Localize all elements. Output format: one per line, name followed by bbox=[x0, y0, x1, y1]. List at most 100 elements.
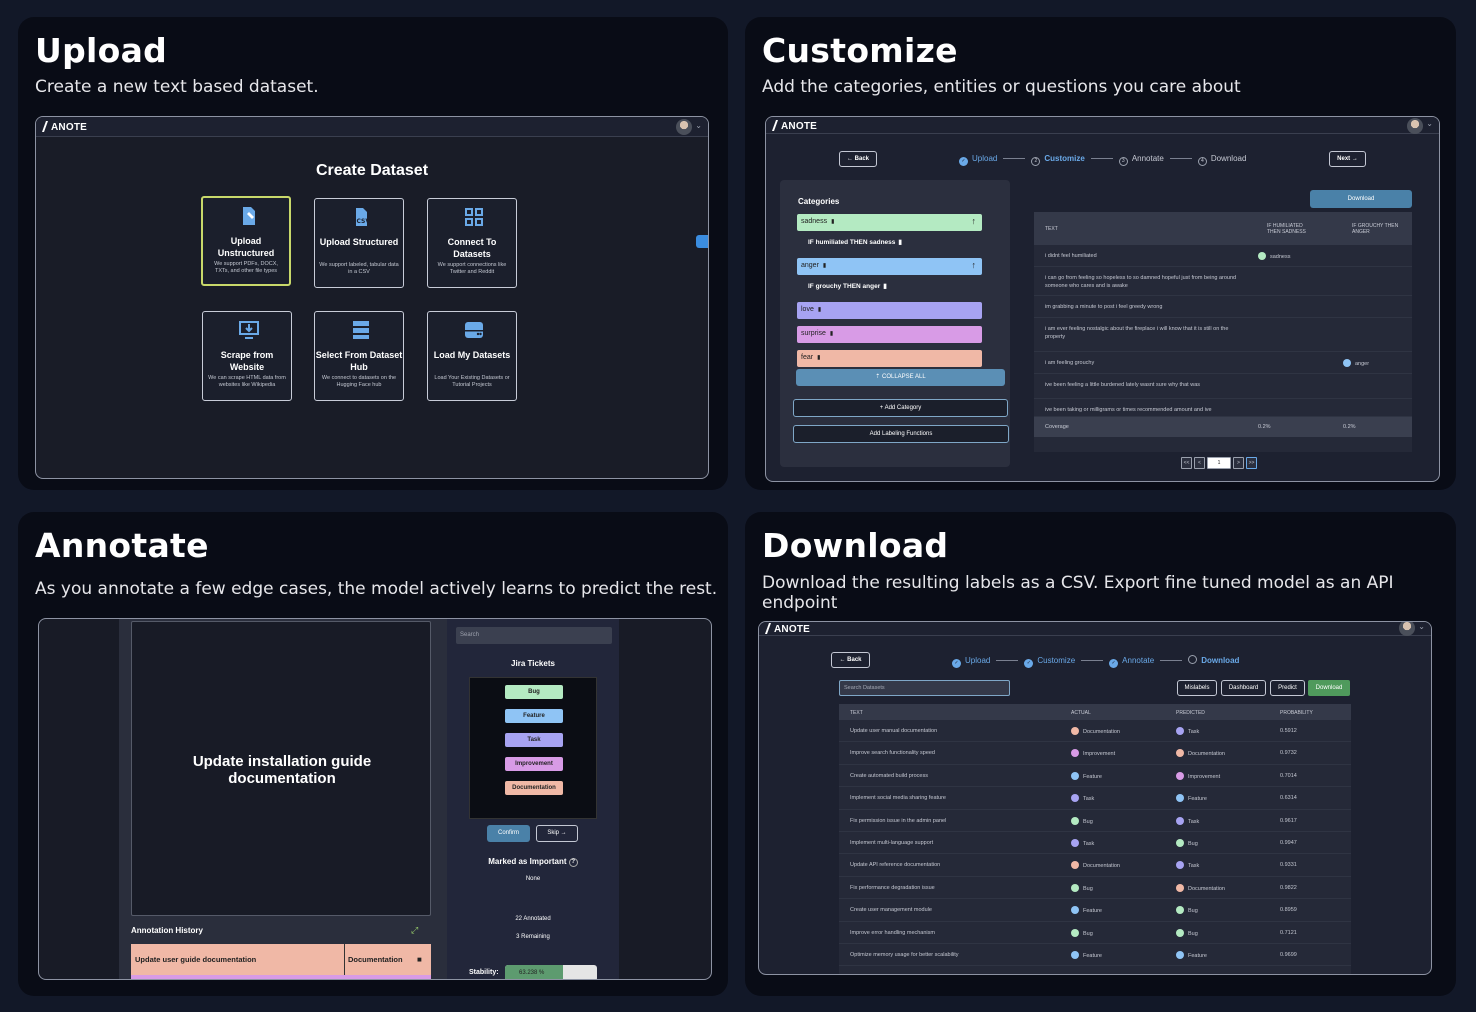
table-row[interactable]: i didnt feel humiliated sadness bbox=[1034, 245, 1412, 267]
app-logo[interactable]: ANOTE bbox=[764, 623, 810, 635]
step-label[interactable]: Upload bbox=[965, 656, 990, 665]
chevron-down-icon[interactable]: ⌄ bbox=[1418, 622, 1425, 631]
predictions-table: TEXT ACTUAL PREDICTED PROBABILITY Update… bbox=[839, 704, 1351, 974]
avatar[interactable] bbox=[1399, 622, 1415, 636]
step-label[interactable]: Annotate bbox=[1122, 656, 1154, 665]
table-row[interactable]: im grabbing a minute to post i feel gree… bbox=[1034, 296, 1412, 318]
label-option[interactable]: Bug bbox=[505, 685, 563, 699]
label-dot bbox=[1176, 883, 1184, 892]
dataset-option-tile[interactable]: CSV Upload Structured We support labeled, … bbox=[314, 198, 404, 288]
trash-icon[interactable]: ▮ bbox=[898, 239, 902, 246]
pager-button[interactable]: << bbox=[1181, 457, 1192, 469]
database-icon bbox=[351, 320, 371, 340]
step-label[interactable]: Upload bbox=[972, 154, 997, 163]
dataset-option-tile[interactable]: Load My Datasets Load Your Existing Datas… bbox=[427, 311, 517, 401]
category-chip[interactable]: surprise ▮ bbox=[797, 326, 982, 343]
table-row[interactable]: i am ever feeling nostalgic about the fi… bbox=[1034, 318, 1412, 352]
dashboard-button[interactable]: Dashboard bbox=[1221, 680, 1266, 696]
skip-button[interactable]: Skip → bbox=[536, 825, 578, 842]
step-label[interactable]: Customize bbox=[1044, 154, 1084, 163]
trash-icon[interactable]: ▮ bbox=[823, 263, 826, 269]
trash-icon[interactable]: ▮ bbox=[830, 331, 833, 337]
table-row[interactable]: Fix performance degradation issue Bug Docu… bbox=[839, 877, 1351, 900]
back-button[interactable]: ← Back bbox=[839, 151, 877, 167]
label-dot bbox=[1071, 816, 1079, 825]
probability: 0.9947 bbox=[1280, 840, 1297, 846]
chevron-down-icon[interactable]: ⌄ bbox=[1426, 119, 1433, 128]
next-button[interactable]: Next → bbox=[1329, 151, 1366, 167]
label-option[interactable]: Documentation bbox=[505, 781, 563, 795]
label-option[interactable]: Improvement bbox=[505, 757, 563, 771]
table-row[interactable]: Implement social media sharing feature Ta… bbox=[839, 787, 1351, 810]
step-number-icon: 2 bbox=[1031, 157, 1041, 166]
step-label[interactable]: Annotate bbox=[1132, 154, 1164, 163]
pager-button[interactable]: > bbox=[1233, 457, 1244, 469]
collapse-all-button[interactable]: ⇡ COLLAPSE ALL bbox=[796, 369, 1005, 386]
category-chip[interactable]: love ▮ bbox=[797, 302, 982, 319]
category-chip[interactable]: anger ▮ ↑ bbox=[797, 258, 982, 275]
label-option[interactable]: Feature bbox=[505, 709, 563, 723]
step-connector bbox=[1090, 158, 1113, 159]
expand-icon[interactable]: ⤢ bbox=[411, 925, 418, 936]
trash-icon[interactable]: ▮ bbox=[817, 355, 820, 361]
download-button[interactable]: Download bbox=[1308, 680, 1350, 696]
header-text: TEXT bbox=[850, 710, 863, 716]
trash-icon[interactable]: ▮ bbox=[883, 283, 887, 290]
download-button[interactable]: Download bbox=[1310, 190, 1412, 208]
add-labeling-functions-button[interactable]: Add Labeling Functions bbox=[793, 425, 1009, 443]
table-row[interactable]: Improve error handling mechanism Bug Bug 0.… bbox=[839, 922, 1351, 944]
table-row[interactable]: Create automated build process Feature Imp… bbox=[839, 765, 1351, 788]
app-logo[interactable]: ANOTE bbox=[41, 121, 87, 133]
add-category-button[interactable]: + Add Category bbox=[793, 399, 1008, 417]
probability: 0.5912 bbox=[1280, 728, 1297, 734]
dataset-option-tile[interactable]: Upload Unstructured We support PDFs, DOCX… bbox=[201, 196, 291, 286]
table-row[interactable]: Implement multi-language support Task Bug 0… bbox=[839, 832, 1351, 855]
trash-icon[interactable]: ■ bbox=[417, 955, 422, 964]
search-datasets-input[interactable]: Search Datasets bbox=[839, 680, 1010, 696]
table-row[interactable]: Update API reference documentation Docume… bbox=[839, 854, 1351, 877]
dataset-option-tile[interactable]: Connect To Datasets We support connection… bbox=[427, 198, 517, 288]
dataset-option-tile[interactable]: Select From Dataset Hub We connect to dat… bbox=[314, 311, 404, 401]
table-row[interactable]: Optimize memory usage for better scalabi… bbox=[839, 944, 1351, 967]
step-label[interactable]: Customize bbox=[1037, 656, 1075, 665]
pager-button[interactable]: < bbox=[1194, 457, 1205, 469]
dataset-option-tile[interactable]: Scrape from Website We can scrape HTML da… bbox=[202, 311, 292, 401]
trash-icon[interactable]: ▮ bbox=[818, 307, 821, 313]
help-icon[interactable]: ? bbox=[568, 858, 578, 867]
table-row[interactable]: Improve search functionality speed Improv… bbox=[839, 742, 1351, 765]
category-chip[interactable]: fear ▮ bbox=[797, 350, 982, 367]
avatar[interactable] bbox=[676, 119, 692, 135]
table-row[interactable]: Update user manual documentation Document… bbox=[839, 720, 1351, 743]
predicted-label: Task bbox=[1176, 727, 1199, 735]
avatar[interactable] bbox=[1407, 118, 1423, 134]
step-connector bbox=[1160, 660, 1183, 661]
table-row[interactable]: Create user management module Feature Bug 0… bbox=[839, 899, 1351, 922]
step-label[interactable]: Download bbox=[1201, 656, 1239, 665]
step-label[interactable]: Download bbox=[1211, 154, 1247, 163]
confirm-button[interactable]: Confirm bbox=[487, 825, 530, 842]
app-logo[interactable]: ANOTE bbox=[771, 120, 817, 132]
row-text: Improve search functionality speed bbox=[850, 750, 935, 757]
chat-widget-icon[interactable] bbox=[696, 235, 708, 248]
arrow-up-icon[interactable]: ↑ bbox=[972, 216, 977, 226]
table-row[interactable]: i am feeling grouchy anger bbox=[1034, 352, 1412, 374]
search-input[interactable]: Search bbox=[456, 627, 612, 644]
predict-button[interactable]: Predict bbox=[1270, 680, 1305, 696]
back-button[interactable]: ← Back bbox=[831, 652, 870, 668]
trash-icon[interactable]: ▮ bbox=[831, 219, 834, 225]
category-chip[interactable]: sadness ▮ ↑ bbox=[797, 214, 982, 231]
mislabels-button[interactable]: Mislabels bbox=[1177, 680, 1217, 696]
table-row[interactable]: Fix permission issue in the admin panel B… bbox=[839, 810, 1351, 832]
pager-button[interactable]: >> bbox=[1246, 457, 1257, 469]
page-number-input[interactable]: 1 bbox=[1207, 457, 1231, 469]
history-row[interactable]: Update user guide documentation Document… bbox=[131, 944, 431, 975]
table-row[interactable]: ive been feeling a little burdened latel… bbox=[1034, 374, 1412, 399]
chevron-down-icon[interactable]: ⌄ bbox=[695, 121, 702, 130]
table-row[interactable]: ive been taking or milligrams or times r… bbox=[1034, 399, 1412, 417]
table-row[interactable]: i can go from feeling so hopeless to so … bbox=[1034, 267, 1412, 296]
tile-title: Load My Datasets bbox=[433, 350, 511, 360]
arrow-up-icon[interactable]: ↑ bbox=[972, 260, 977, 270]
marked-important-label: Marked as Important bbox=[488, 857, 567, 866]
label-text: Task bbox=[1188, 729, 1200, 735]
label-option[interactable]: Task bbox=[505, 733, 563, 747]
